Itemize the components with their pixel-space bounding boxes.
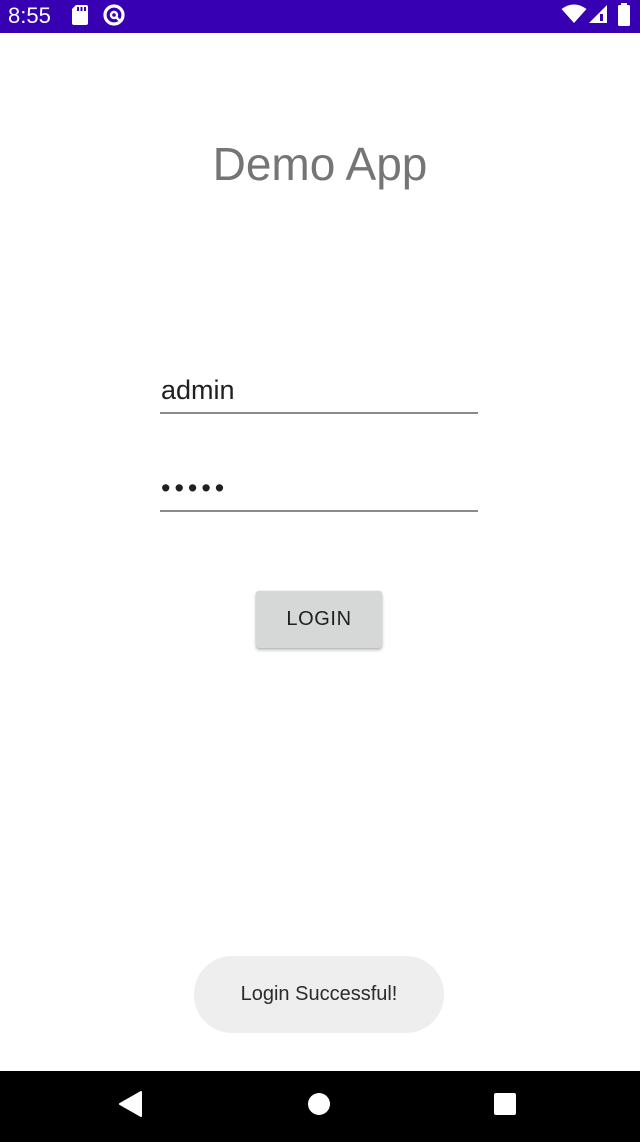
home-icon — [307, 1092, 331, 1121]
navigation-bar — [0, 1071, 640, 1142]
data-saver-icon — [102, 3, 126, 32]
toast-message: Login Successful! — [194, 956, 444, 1033]
battery-icon — [617, 3, 631, 32]
home-button[interactable] — [279, 1071, 359, 1142]
login-screen: 8:55 Demo App admin ••••• LOGIN Login Su… — [0, 0, 640, 1142]
status-bar: 8:55 — [0, 0, 640, 33]
password-field[interactable]: ••••• — [160, 466, 478, 512]
sd-card-icon — [70, 4, 90, 31]
status-time: 8:55 — [8, 3, 51, 28]
password-value: ••••• — [161, 473, 229, 503]
wifi-icon — [561, 4, 587, 29]
back-button[interactable] — [90, 1071, 170, 1142]
username-field[interactable]: admin — [160, 368, 478, 414]
recents-button[interactable] — [465, 1071, 545, 1142]
back-icon — [117, 1090, 143, 1123]
app-title: Demo App — [212, 138, 428, 190]
recents-icon — [493, 1092, 517, 1121]
username-value: admin — [161, 375, 235, 405]
cell-signal-icon — [588, 4, 608, 29]
login-button[interactable]: LOGIN — [256, 591, 382, 648]
